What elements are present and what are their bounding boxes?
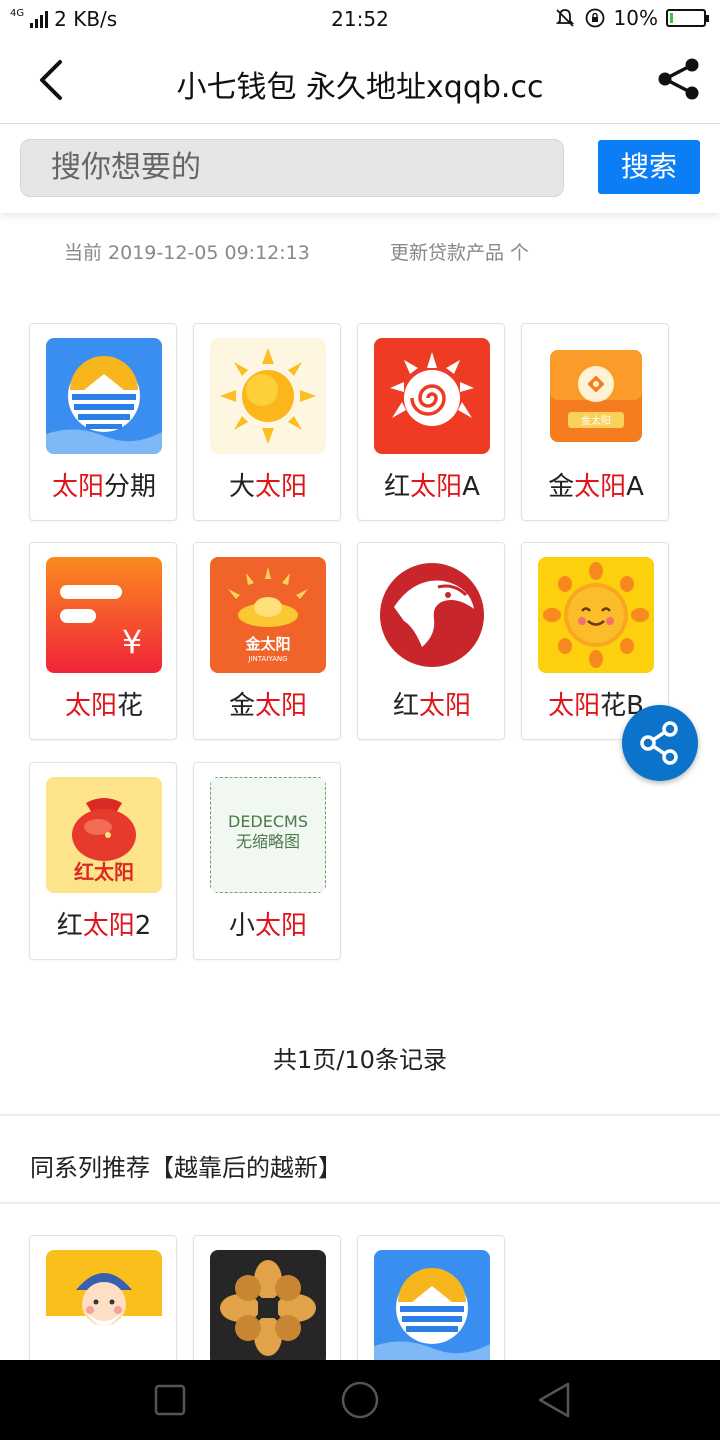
battery-fill bbox=[670, 13, 673, 23]
gold-flower-logo bbox=[210, 1250, 326, 1366]
blue-sun-wave-logo bbox=[46, 338, 162, 454]
page-title: 小七钱包 永久地址xqqb.cc bbox=[176, 70, 544, 105]
rotation-lock-icon bbox=[585, 8, 604, 28]
update-count-label: 更新贷款产品 个 bbox=[390, 242, 530, 264]
system-nav-bar bbox=[0, 1360, 720, 1440]
product-name: 小太阳 bbox=[228, 911, 308, 941]
triangle-back-icon[interactable] bbox=[532, 1378, 576, 1422]
pagination-summary: 共1页/10条记录 bbox=[273, 1046, 447, 1074]
yellow-sun-logo bbox=[210, 338, 326, 454]
square-icon[interactable] bbox=[148, 1378, 192, 1422]
svg-text:红太阳: 红太阳 bbox=[74, 860, 134, 884]
search-button[interactable]: 搜索 bbox=[598, 140, 700, 194]
orange-coin-logo: 金太阳 bbox=[538, 338, 654, 454]
product-card[interactable]: 太阳分期 bbox=[29, 323, 177, 521]
top-header: 小七钱包 永久地址xqqb.cc bbox=[0, 38, 720, 124]
product-name: 金太阳 bbox=[228, 691, 308, 721]
blue-sun-wave-logo bbox=[374, 1250, 490, 1366]
bell-muted-icon bbox=[555, 9, 574, 27]
product-card[interactable]: 大太阳 bbox=[193, 323, 341, 521]
screen: 4G 2 KB/s 21:52 10% 小七钱包 永久地址xqqb.cc 搜你想… bbox=[0, 0, 720, 1440]
search-input[interactable]: 搜你想要的 bbox=[20, 139, 564, 197]
svg-text:JINTAIYANG: JINTAIYANG bbox=[247, 655, 287, 663]
product-card[interactable]: ¥ 太阳花 bbox=[29, 542, 177, 740]
gold-ingot-logo: 金太阳 JINTAIYANG bbox=[210, 557, 326, 673]
share-icon[interactable] bbox=[656, 56, 702, 102]
product-name: 金太阳A bbox=[548, 472, 644, 502]
battery-percent: 10% bbox=[613, 6, 658, 30]
share-icon bbox=[640, 721, 678, 765]
product-name: 大太阳 bbox=[228, 472, 308, 502]
floating-share-button[interactable] bbox=[622, 705, 698, 781]
status-bar: 4G 2 KB/s 21:52 10% bbox=[0, 0, 720, 38]
circle-icon[interactable] bbox=[338, 1378, 382, 1422]
red-horse-logo bbox=[374, 557, 490, 673]
section-title: 同系列推荐【越靠后的越新】 bbox=[30, 1154, 342, 1182]
product-name: 红太阳 bbox=[392, 691, 472, 721]
smiling-sun-logo bbox=[538, 557, 654, 673]
svg-text:金太阳: 金太阳 bbox=[244, 635, 290, 653]
svg-text:金太阳: 金太阳 bbox=[581, 414, 611, 427]
product-name: 太阳花 bbox=[64, 691, 144, 721]
product-card[interactable]: 金太阳 金太阳A bbox=[521, 323, 669, 521]
product-name: 红太阳A bbox=[384, 472, 480, 502]
status-right: 10% bbox=[554, 6, 709, 30]
current-time-label: 当前 2019-12-05 09:12:13 bbox=[64, 242, 310, 264]
cartoon-god-of-wealth-logo bbox=[46, 1250, 162, 1366]
product-name: 红太阳2 bbox=[56, 911, 152, 941]
product-card[interactable]: DEDECMS 无缩略图 小太阳 bbox=[193, 762, 341, 960]
battery-icon bbox=[666, 9, 709, 27]
svg-text:¥: ¥ bbox=[122, 623, 142, 661]
divider bbox=[0, 1202, 720, 1204]
search-bar: 搜你想要的 搜索 bbox=[0, 125, 720, 213]
no-thumbnail-placeholder: DEDECMS 无缩略图 bbox=[210, 777, 326, 893]
product-name: 太阳分期 bbox=[51, 472, 157, 502]
divider bbox=[0, 1114, 720, 1116]
product-card[interactable]: 红太阳 红太阳2 bbox=[29, 762, 177, 960]
product-card[interactable]: 红太阳A bbox=[357, 323, 505, 521]
red-money-bag-logo: 红太阳 bbox=[46, 777, 162, 893]
red-spiral-sun-logo bbox=[374, 338, 490, 454]
product-card[interactable]: 红太阳 bbox=[357, 542, 505, 740]
product-card[interactable]: 金太阳 JINTAIYANG 金太阳 bbox=[193, 542, 341, 740]
red-card-yen-logo: ¥ bbox=[46, 557, 162, 673]
